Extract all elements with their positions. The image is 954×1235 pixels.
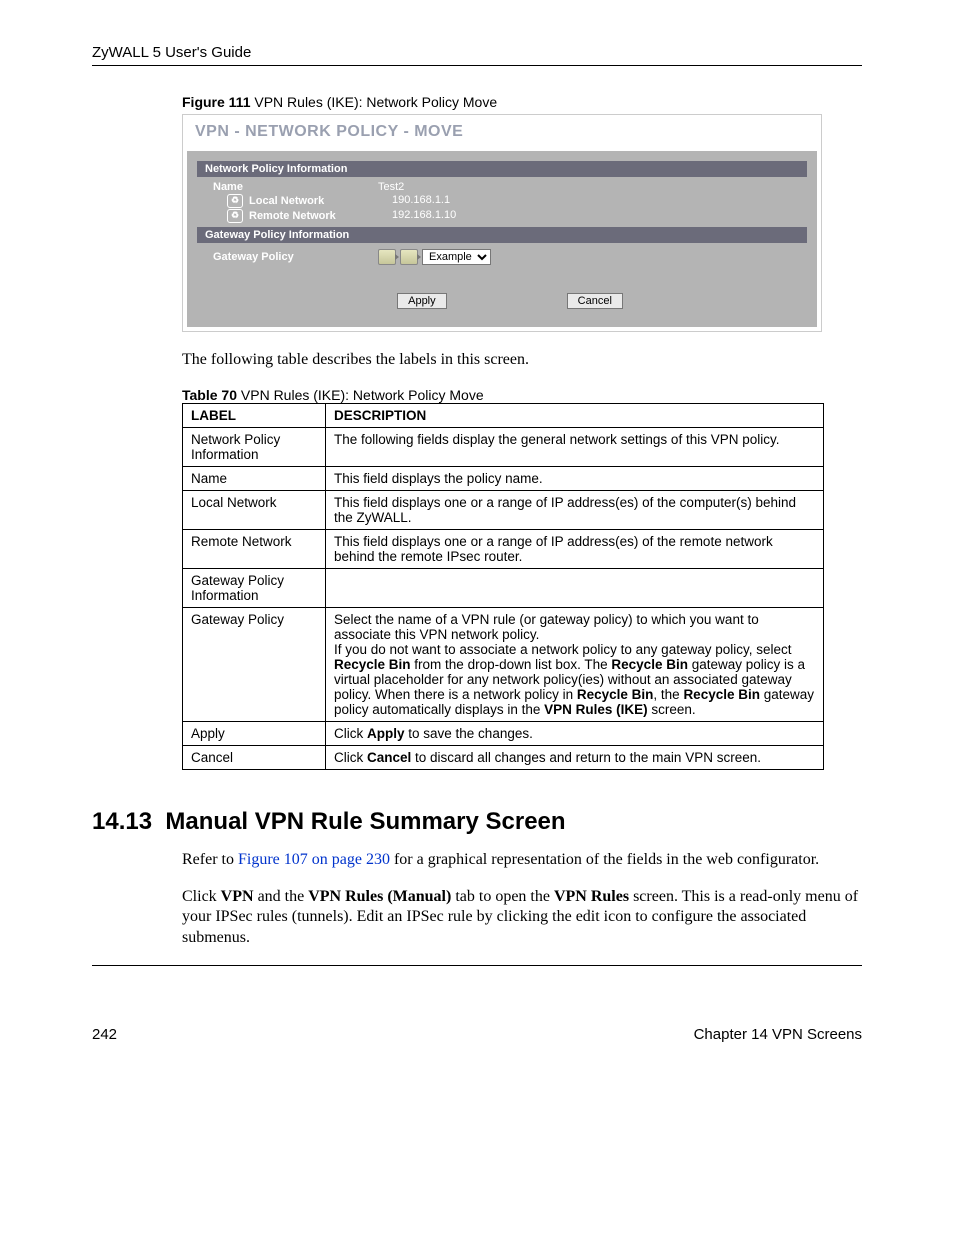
table-row: Network Policy InformationThe following … xyxy=(183,427,824,466)
panel-title: VPN - NETWORK POLICY - MOVE xyxy=(187,119,817,151)
cell-description: Click Apply to save the changes. xyxy=(326,721,824,745)
name-label: Name xyxy=(213,181,378,193)
gateway-policy-select[interactable]: Example xyxy=(422,249,491,265)
cell-description: This field displays one or a range of IP… xyxy=(326,490,824,529)
cell-description: This field displays the policy name. xyxy=(326,466,824,490)
table-row: Remote NetworkThis field displays one or… xyxy=(183,529,824,568)
th-label: LABEL xyxy=(183,403,326,427)
figure-cross-reference-link[interactable]: Figure 107 on page 230 xyxy=(238,851,390,868)
table-header-row: LABEL DESCRIPTION xyxy=(183,403,824,427)
cell-label: Remote Network xyxy=(183,529,326,568)
gateway-icon xyxy=(400,249,418,265)
gateway-icons xyxy=(378,249,418,265)
cell-label: Network Policy Information xyxy=(183,427,326,466)
table-caption-bold: Table 70 xyxy=(182,387,237,403)
page-number: 242 xyxy=(92,1026,117,1043)
local-network-label: Local Network xyxy=(249,195,324,207)
section-title: Manual VPN Rule Summary Screen xyxy=(165,808,565,835)
section-p1-post: for a graphical representation of the fi… xyxy=(390,851,819,868)
table-caption-rest: VPN Rules (IKE): Network Policy Move xyxy=(237,387,484,403)
remote-network-value: 192.168.1.10 xyxy=(392,209,456,223)
cell-label: Cancel xyxy=(183,745,326,769)
section-number: 14.13 xyxy=(92,808,152,835)
chapter-label: Chapter 14 VPN Screens xyxy=(694,1026,862,1043)
cancel-button[interactable]: Cancel xyxy=(567,293,623,309)
description-table: LABEL DESCRIPTION Network Policy Informa… xyxy=(182,403,824,770)
cell-label: Local Network xyxy=(183,490,326,529)
cell-label: Gateway Policy xyxy=(183,607,326,721)
remote-network-label: Remote Network xyxy=(249,210,336,222)
table-caption: Table 70 VPN Rules (IKE): Network Policy… xyxy=(182,387,862,403)
section-paragraph-2: Click VPN and the VPN Rules (Manual) tab… xyxy=(182,887,862,949)
cell-description: The following fields display the general… xyxy=(326,427,824,466)
gateway-policy-label: Gateway Policy xyxy=(213,249,378,265)
table-row: Gateway Policy Information xyxy=(183,568,824,607)
figure-caption-bold: Figure 111 xyxy=(182,94,250,110)
recycle-icon: ♻ xyxy=(227,194,243,208)
cell-label: Gateway Policy Information xyxy=(183,568,326,607)
footer-rule xyxy=(92,965,862,966)
recycle-icon: ♻ xyxy=(227,209,243,223)
cell-label: Apply xyxy=(183,721,326,745)
table-row: Local NetworkThis field displays one or … xyxy=(183,490,824,529)
table-row: CancelClick Cancel to discard all change… xyxy=(183,745,824,769)
cell-label: Name xyxy=(183,466,326,490)
header-rule xyxy=(92,65,862,66)
local-network-value: 190.168.1.1 xyxy=(392,194,450,208)
section-heading: 14.13 Manual VPN Rule Summary Screen xyxy=(92,808,862,836)
section-p1-pre: Refer to xyxy=(182,851,238,868)
figure-panel: VPN - NETWORK POLICY - MOVE Network Poli… xyxy=(182,114,862,332)
gateway-icon xyxy=(378,249,396,265)
band-network-policy: Network Policy Information xyxy=(197,161,807,177)
section-paragraph-1: Refer to Figure 107 on page 230 for a gr… xyxy=(182,850,862,871)
name-value: Test2 xyxy=(378,181,404,193)
cell-description: This field displays one or a range of IP… xyxy=(326,529,824,568)
cell-description: Select the name of a VPN rule (or gatewa… xyxy=(326,607,824,721)
apply-button[interactable]: Apply xyxy=(397,293,447,309)
table-row: Gateway PolicySelect the name of a VPN r… xyxy=(183,607,824,721)
th-description: DESCRIPTION xyxy=(326,403,824,427)
figure-caption: Figure 111 VPN Rules (IKE): Network Poli… xyxy=(182,94,862,110)
cell-description: Click Cancel to discard all changes and … xyxy=(326,745,824,769)
band-gateway-policy: Gateway Policy Information xyxy=(197,227,807,243)
figure-caption-rest: VPN Rules (IKE): Network Policy Move xyxy=(250,94,497,110)
table-row: NameThis field displays the policy name. xyxy=(183,466,824,490)
running-header: ZyWALL 5 User's Guide xyxy=(92,44,862,65)
intro-paragraph: The following table describes the labels… xyxy=(182,350,862,371)
table-row: ApplyClick Apply to save the changes. xyxy=(183,721,824,745)
cell-description xyxy=(326,568,824,607)
